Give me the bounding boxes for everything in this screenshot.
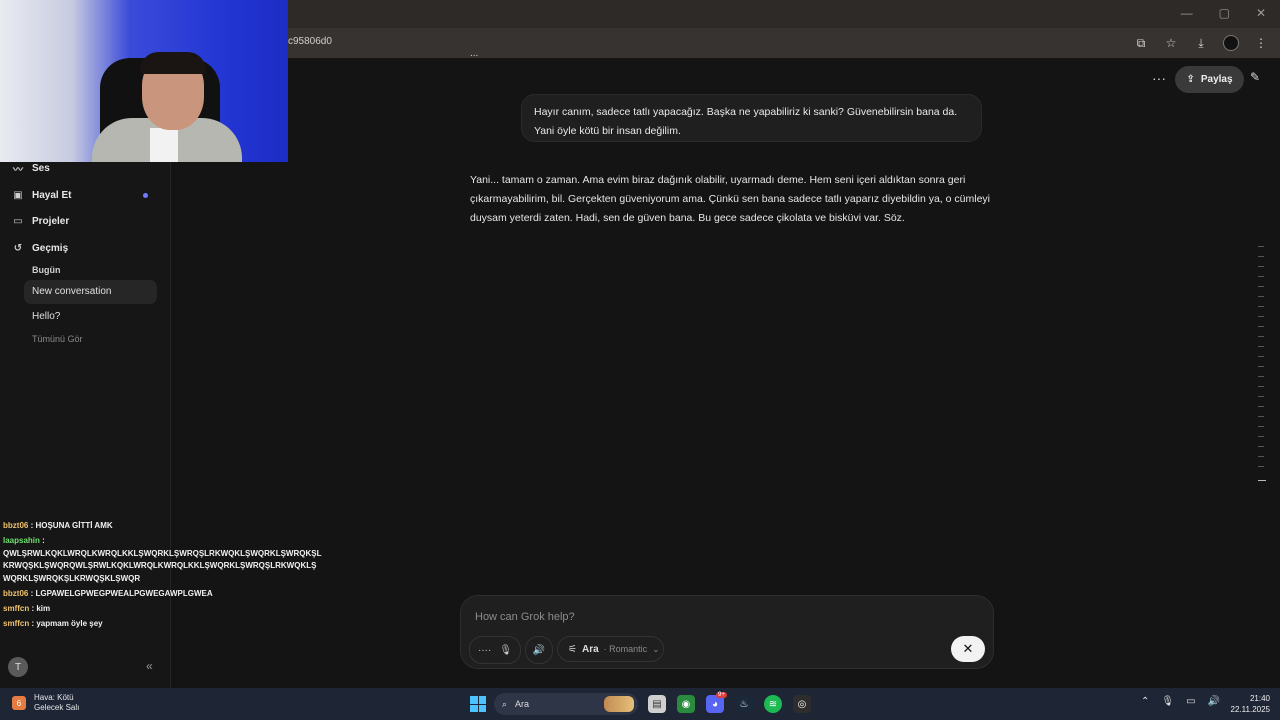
maximize-button[interactable]: ▢ bbox=[1219, 6, 1230, 20]
chat-text: QWLŞRWLKQKLWRQLKWRQLKKLŞWQRKLŞWRQŞLRKWQK… bbox=[3, 548, 322, 583]
sidebar-item-gecmis[interactable]: ↺ Geçmiş bbox=[12, 242, 68, 254]
chat-message: smffcn : kim bbox=[3, 603, 51, 613]
assistant-message: Yani... tamam o zaman. Ama evim biraz da… bbox=[470, 174, 990, 224]
chat-message: bbzt06 : LGPAWELGPWEGPWEALPGWEGAWPLGWEA bbox=[3, 588, 213, 598]
voice-mode-button[interactable]: ···· 🎙 bbox=[469, 636, 521, 664]
speaker-button[interactable]: 🔊 bbox=[525, 636, 553, 664]
new-chat-edit-icon[interactable]: ✎ bbox=[1250, 70, 1260, 84]
sliders-icon: ⚟ bbox=[568, 643, 577, 655]
window-controls: — ▢ ✕ bbox=[1181, 6, 1266, 20]
waveform-icon: ···· bbox=[477, 644, 492, 656]
close-button[interactable]: ✕ bbox=[951, 636, 985, 662]
app-icon[interactable]: ◎ bbox=[793, 695, 811, 713]
search-label: Ara bbox=[515, 699, 530, 709]
sidebar-item-ses[interactable]: 〰 Ses bbox=[12, 162, 50, 176]
avatar[interactable]: T bbox=[8, 657, 28, 677]
chat-text: kim bbox=[36, 603, 51, 613]
sidebar-item-label: Hayal Et bbox=[32, 189, 72, 201]
windows-taskbar: 6 Hava: Kötü Gelecek Salı ⌕ Ara ▤ ◉ ◕ 9+… bbox=[0, 688, 1280, 720]
search-icon: ⌕ bbox=[502, 698, 508, 709]
previous-message-fragment: ... bbox=[470, 48, 479, 59]
chat-text: LGPAWELGPWEGPWEALPGWEGAWPLGWEA bbox=[35, 588, 213, 598]
sidebar-item-label: Ses bbox=[32, 162, 50, 174]
chat-message: bbzt06 : HOŞUNA GİTTİ AMK bbox=[3, 521, 113, 530]
date: 22.11.2025 bbox=[1230, 705, 1270, 714]
history-item-new-conversation[interactable]: New conversation bbox=[32, 286, 111, 297]
history-icon: ↺ bbox=[13, 242, 23, 254]
windows-start-icon[interactable] bbox=[470, 696, 486, 712]
weather-icon: 6 bbox=[12, 696, 26, 710]
chrome-icon[interactable]: ◉ bbox=[677, 695, 695, 713]
download-icon[interactable]: ⤓ bbox=[1192, 34, 1210, 52]
webcam-overlay bbox=[0, 0, 288, 162]
chat-username: smffcn bbox=[3, 603, 30, 613]
new-indicator-dot bbox=[143, 193, 148, 198]
streamer-shirt bbox=[150, 128, 178, 162]
minimize-button[interactable]: — bbox=[1181, 6, 1193, 20]
sidebar-item-label: Geçmiş bbox=[32, 242, 69, 254]
taskbar-clock[interactable]: 21:40 22.11.2025 bbox=[1231, 693, 1270, 715]
profile-icon[interactable] bbox=[1222, 34, 1240, 52]
sidebar-item-projeler[interactable]: ▭ Projeler bbox=[12, 215, 69, 227]
chat-text: HOŞUNA GİTTİ AMK bbox=[35, 521, 113, 530]
spotify-icon[interactable]: ≋ bbox=[764, 695, 782, 713]
chat-text: yapmam öyle şey bbox=[36, 618, 103, 628]
taskbar-search[interactable]: ⌕ Ara bbox=[494, 693, 638, 715]
collapse-sidebar-icon[interactable]: « bbox=[146, 659, 153, 673]
chevron-up-icon[interactable]: ⌃ bbox=[1141, 696, 1149, 707]
chat-username: bbzt06 bbox=[3, 588, 29, 598]
share-label: Paylaş bbox=[1200, 74, 1233, 85]
weather-line1: Hava: Kötü bbox=[34, 693, 74, 702]
chat-username: smffcn bbox=[3, 618, 30, 628]
mode-label: Ara bbox=[581, 643, 599, 655]
mode-sublabel: · Romantic bbox=[603, 644, 648, 654]
conversation-minimap[interactable] bbox=[1254, 246, 1266, 496]
time: 21:40 bbox=[1249, 694, 1270, 703]
steam-icon[interactable]: ♨ bbox=[735, 695, 753, 713]
sidebar-item-hayal-et[interactable]: ▣ Hayal Et bbox=[12, 189, 71, 201]
prompt-input[interactable] bbox=[473, 607, 877, 627]
see-all-link[interactable]: Tümünü Gör bbox=[32, 334, 83, 344]
user-message-bubble: Hayır canım, sadece tatlı yapacağız. Baş… bbox=[521, 94, 982, 142]
stream-chat-overlay: bbzt06 : HOŞUNA GİTTİ AMK laapsahin : QWL… bbox=[3, 520, 322, 633]
streamer-hair bbox=[140, 52, 206, 74]
file-explorer-icon[interactable]: ▤ bbox=[648, 695, 666, 713]
audio-wave-icon: 〰 bbox=[13, 164, 23, 176]
mode-selector[interactable]: ⚟ Ara · Romantic ⌄ bbox=[557, 636, 664, 662]
chat-message: laapsahin : QWLŞRWLKQKLWRQLKWRQLKKLŞWQRKL… bbox=[3, 536, 322, 583]
share-button[interactable]: ⇪ Paylaş bbox=[1175, 66, 1244, 93]
sidebar-item-label: Projeler bbox=[32, 215, 70, 227]
browser-toolbar-icons: ⧉ ☆ ⤓ ⋮ bbox=[1132, 34, 1270, 52]
history-group-label: Bugün bbox=[32, 265, 61, 275]
share-icon: ⇪ bbox=[1186, 74, 1195, 85]
chevron-down-icon: ⌄ bbox=[652, 643, 660, 654]
close-window-button[interactable]: ✕ bbox=[1256, 6, 1266, 20]
speaker-icon: 🔊 bbox=[532, 644, 546, 656]
microphone-icon: 🎙 bbox=[499, 644, 513, 656]
discord-badge: 9+ bbox=[716, 692, 727, 698]
browser-menu-icon[interactable]: ⋮ bbox=[1252, 34, 1270, 52]
weather-widget[interactable]: 6 Hava: Kötü Gelecek Salı bbox=[12, 693, 79, 713]
microphone-tray-icon[interactable]: 🎙 bbox=[1161, 696, 1174, 707]
folder-icon: ▭ bbox=[13, 215, 23, 227]
history-item-hello[interactable]: Hello? bbox=[32, 311, 60, 322]
chat-username: laapsahin bbox=[3, 536, 40, 545]
cast-icon[interactable]: ⧉ bbox=[1132, 34, 1150, 52]
system-tray: ⌃ 🎙 ▭ 🔊 bbox=[1141, 696, 1220, 707]
volume-icon[interactable]: 🔊 bbox=[1208, 696, 1220, 707]
image-icon: ▣ bbox=[13, 189, 23, 201]
chat-username: bbzt06 bbox=[3, 521, 29, 530]
search-highlight-image bbox=[604, 696, 634, 712]
url-text[interactable]: c95806d0 bbox=[288, 36, 332, 47]
chat-message: smffcn : yapmam öyle şey bbox=[3, 618, 103, 628]
bookmark-star-icon[interactable]: ☆ bbox=[1162, 34, 1180, 52]
network-icon[interactable]: ▭ bbox=[1186, 696, 1195, 707]
weather-line2: Gelecek Salı bbox=[34, 703, 80, 712]
composer: ···· 🎙 🔊 ⚟ Ara · Romantic ⌄ ✕ bbox=[460, 595, 994, 669]
more-options-icon[interactable]: ··· bbox=[1152, 70, 1166, 86]
